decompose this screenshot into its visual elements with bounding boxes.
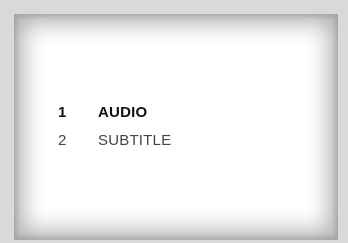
menu-item-number: 2 bbox=[58, 132, 67, 149]
menu-item-number: 1 bbox=[58, 104, 67, 121]
menu-item-audio[interactable]: 1 AUDIO bbox=[58, 104, 171, 132]
menu-item-label: AUDIO bbox=[98, 104, 148, 121]
screen-frame: 1 AUDIO 2 SUBTITLE bbox=[0, 0, 348, 243]
settings-menu: 1 AUDIO 2 SUBTITLE bbox=[58, 104, 171, 160]
menu-item-label: SUBTITLE bbox=[98, 132, 172, 149]
menu-item-subtitle[interactable]: 2 SUBTITLE bbox=[58, 132, 171, 160]
